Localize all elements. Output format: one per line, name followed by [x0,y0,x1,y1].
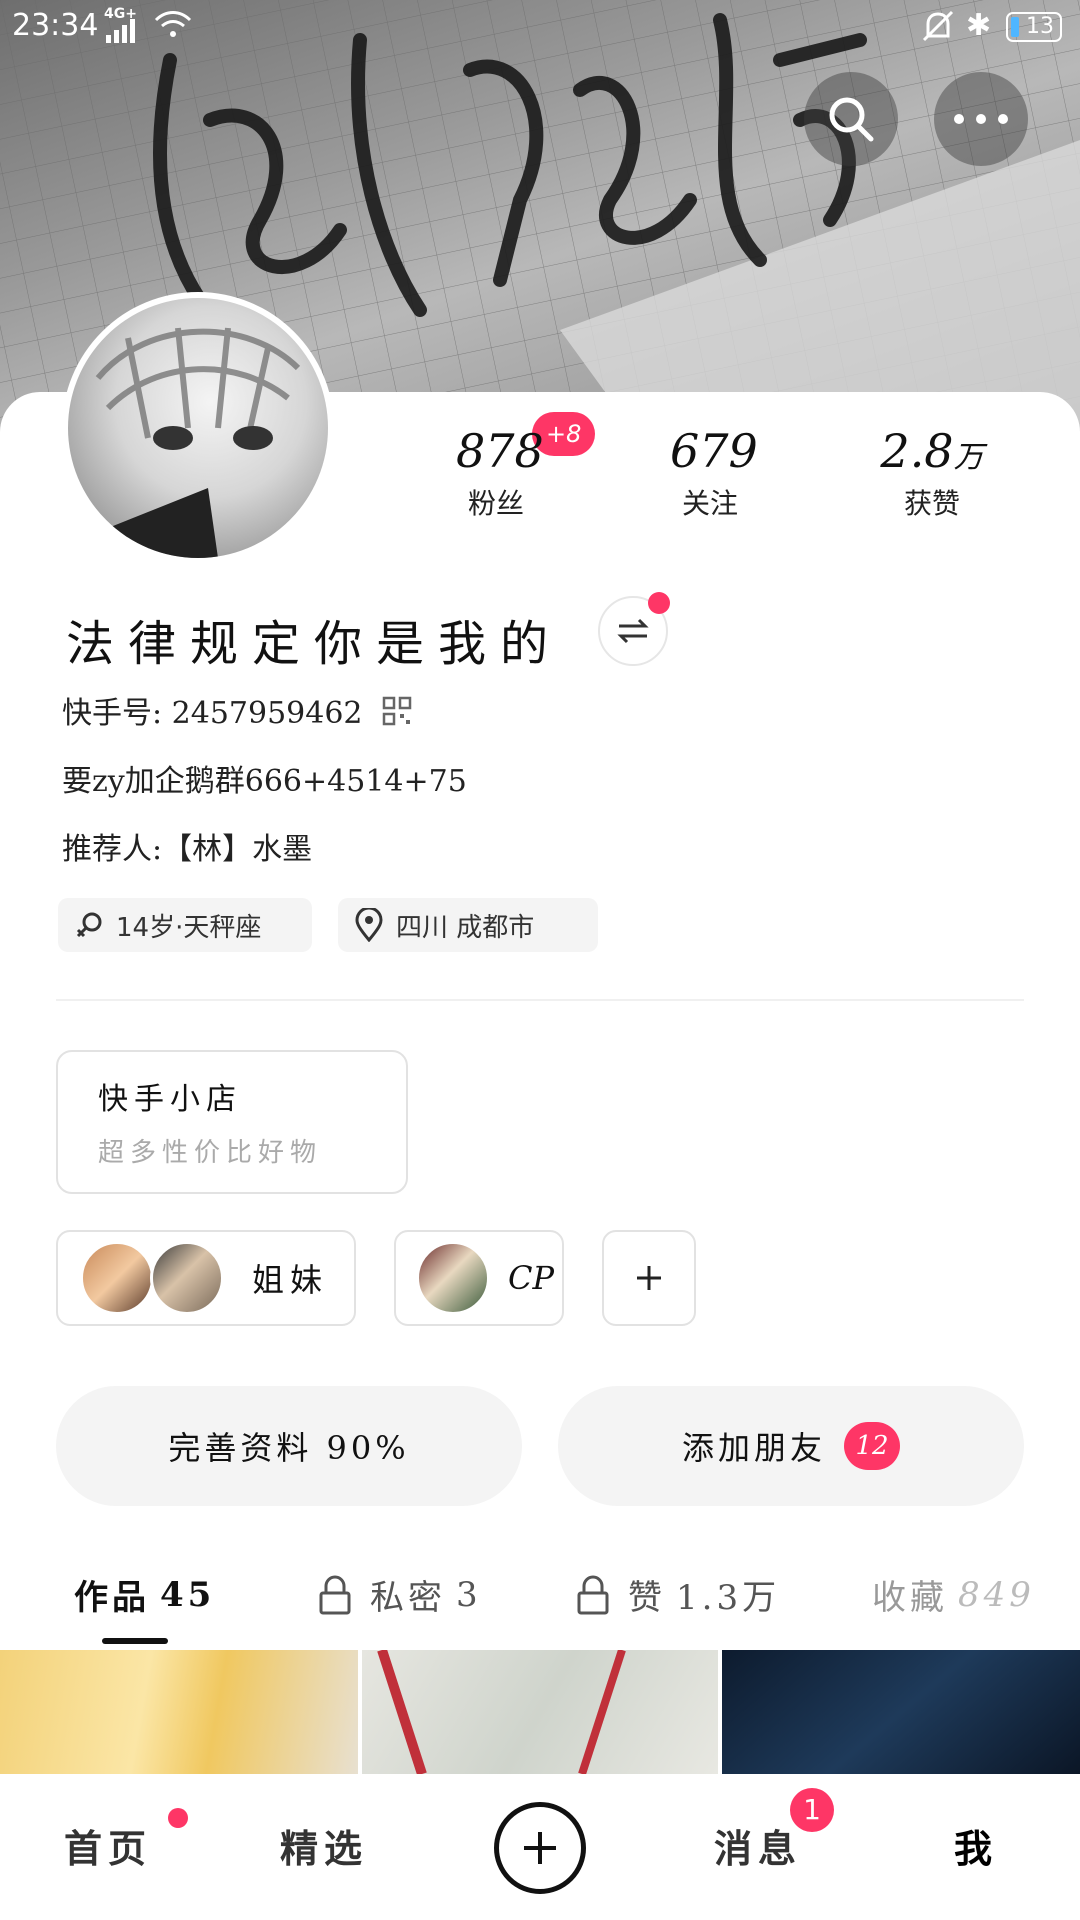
works-grid [0,1650,1080,1774]
add-friends-button[interactable]: 添加朋友 12 [558,1386,1024,1506]
lock-icon [318,1575,352,1615]
more-icon [954,114,1008,124]
likes-count: 2.8 [880,424,954,478]
gender-female-icon [74,910,104,940]
home-notification-dot [168,1808,188,1828]
bluetooth-icon: ✱ [966,8,992,43]
sister-avatar-1 [80,1241,154,1315]
shop-title: 快手小店 [98,1082,242,1117]
search-icon [829,97,874,142]
tab-likes-label: 赞 [628,1578,666,1618]
tab-private-label: 私密 [370,1578,446,1618]
tab-private-count: 3 [456,1574,482,1615]
tab-works[interactable]: 作品 45 [74,1570,215,1619]
cp-avatar [416,1241,490,1315]
following-stat[interactable]: 679 关注 [670,424,758,522]
sisters-relation-card[interactable]: 姐妹 [56,1230,356,1326]
wifi-icon [154,10,192,48]
kuaishou-shop-card[interactable]: 快手小店 超多性价比好物 [56,1050,408,1194]
sister-avatar-2 [150,1241,224,1315]
active-tab-indicator [102,1638,168,1644]
plus-icon [637,1266,661,1290]
tab-favorites-label: 收藏 [872,1578,948,1618]
tab-private[interactable]: 私密 3 [318,1570,482,1619]
location-pin-icon [354,908,384,942]
bottom-navigation: 首页 精选 消息 1 我 [0,1774,1080,1920]
content-tabs: 作品 45 私密 3 赞 1.3万 收藏 849 [0,1556,1080,1646]
profile-name: 法律规定你是我的 [66,616,563,672]
status-bar: 23:34 4G+ ✱ 13 [0,0,1080,56]
following-count: 679 [670,424,758,478]
likes-unit: 万 [953,440,984,475]
add-friends-label: 添加朋友 [681,1429,826,1467]
complete-profile-button[interactable]: 完善资料 90% [56,1386,522,1506]
likes-stat[interactable]: 2.8万 获赞 [872,424,992,522]
followers-count: 878 [456,424,544,478]
qr-code-icon[interactable] [382,696,412,734]
shop-subtitle: 超多性价比好物 [98,1138,323,1168]
status-time: 23:34 [12,8,99,43]
nav-messages[interactable]: 消息 [714,1818,802,1873]
section-divider [56,999,1024,1001]
work-thumbnail[interactable] [722,1650,1080,1774]
work-thumbnail[interactable] [362,1650,718,1774]
kuaishou-id: 快手号: 2457959462 [62,696,363,731]
tab-works-count: 45 [160,1574,216,1615]
location-text: 四川 成都市 [396,912,535,943]
followers-stat[interactable]: 878 粉丝 [456,424,544,522]
likes-label: 获赞 [903,487,960,520]
nav-home[interactable]: 首页 [64,1818,152,1873]
recommender-line: 推荐人:【林】水墨 [62,832,313,867]
tab-favorites[interactable]: 收藏 849 [872,1570,1035,1619]
complete-profile-label: 完善资料 90% [168,1429,410,1467]
create-icon [524,1832,556,1864]
avatar[interactable] [62,292,334,564]
age-sign-text: 14岁·天秤座 [116,912,262,943]
tab-favorites-count: 849 [958,1574,1035,1615]
search-button[interactable] [804,72,898,166]
battery-level: 13 [1026,14,1054,39]
add-friends-count-badge: 12 [844,1422,900,1470]
create-button[interactable] [494,1802,586,1894]
avatar-image [68,298,328,558]
tab-likes[interactable]: 赞 1.3万 [576,1570,780,1619]
age-sign-tag[interactable]: 14岁·天秤座 [58,898,312,952]
profile-bio: 要zy加企鹅群666+4514+75 [62,764,467,799]
nav-me[interactable]: 我 [954,1818,998,1873]
work-thumbnail[interactable] [0,1650,358,1774]
battery-indicator: 13 [1006,12,1062,42]
following-label: 关注 [681,487,738,520]
switch-account-dot [648,592,670,614]
tab-works-label: 作品 [74,1578,150,1618]
cp-label: CP [508,1259,555,1297]
messages-badge: 1 [790,1788,834,1832]
nav-featured[interactable]: 精选 [280,1818,368,1873]
cp-relation-card[interactable]: CP [394,1230,564,1326]
signal-icon [104,16,144,51]
add-relation-button[interactable] [602,1230,696,1326]
more-options-button[interactable] [934,72,1028,166]
sisters-label: 姐妹 [252,1261,329,1299]
swap-icon [617,618,649,644]
location-tag[interactable]: 四川 成都市 [338,898,598,952]
tab-likes-count: 1.3万 [676,1578,781,1618]
followers-label: 粉丝 [467,487,524,520]
lock-icon [576,1575,610,1615]
mute-bell-icon [922,10,954,52]
kuaishou-id-line[interactable]: 快手号: 2457959462 [62,688,412,734]
